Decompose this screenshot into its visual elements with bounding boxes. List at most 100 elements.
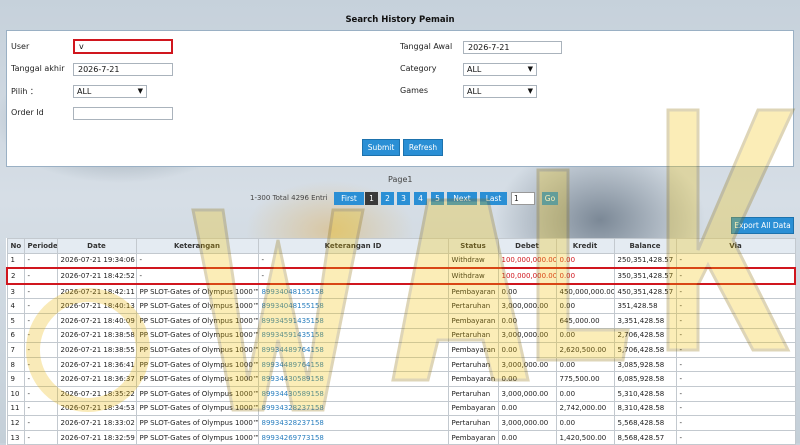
cell-keterangan-id[interactable]: 89934048155158 — [257, 298, 449, 314]
cell-keterangan-id[interactable]: 89934591435158 — [257, 327, 449, 344]
cell-kredit: 775,500.00 — [555, 371, 615, 387]
cell-debet: 0.00 — [497, 400, 557, 417]
tanggal-awal-input[interactable]: 2026-7-21 — [463, 41, 562, 54]
pilih-select[interactable]: ALL ▼ — [73, 85, 147, 98]
table-row: 9-2026-07-21 18:36:37 PP SLOT-Gates of Ol… — [6, 371, 796, 387]
pager-first-button[interactable]: First — [334, 192, 364, 205]
cell-keterangan-id: - — [257, 252, 449, 269]
cell-date: 2026-07-21 18:38:58 — [56, 327, 137, 344]
pager-page-4[interactable]: 4 — [414, 192, 427, 205]
cell-balance: 5,310,428.58 — [613, 385, 677, 402]
cell-periode: - — [23, 342, 58, 358]
col-periode[interactable]: Periode — [23, 238, 58, 254]
cell-date: 2026-07-21 18:40:09 — [56, 312, 137, 329]
cell-kredit: 0.00 — [555, 385, 615, 402]
table-body: 1-2026-07-21 19:34:06- - Withdraw 100,000,0… — [6, 252, 796, 445]
cell-debet: 3,000,000.00 — [497, 385, 557, 402]
page-title: Search History Pemain — [345, 15, 455, 25]
cell-no: 7 — [6, 342, 25, 358]
cell-keterangan-id: - — [257, 267, 449, 285]
table-row: 2-2026-07-21 18:42:52- - Withdraw 100,000,0… — [6, 267, 796, 285]
cell-periode: - — [23, 356, 58, 373]
category-select-value: ALL — [467, 65, 482, 74]
tanggal-akhir-label: Tanggal akhir — [11, 64, 65, 73]
chevron-down-icon: ▼ — [527, 65, 533, 73]
cell-via: - — [675, 371, 796, 387]
cell-no: 1 — [6, 252, 25, 269]
cell-date: 2026-07-21 18:42:52 — [56, 267, 137, 285]
cell-keterangan: PP SLOT-Gates of Olympus 1000™ — [135, 298, 259, 314]
col-status[interactable]: Status — [447, 238, 499, 254]
category-select[interactable]: ALL ▼ — [463, 63, 537, 76]
pager-page-1[interactable]: 1 — [365, 192, 378, 205]
pager-next-button[interactable]: Next — [447, 192, 477, 205]
pager-go-button[interactable]: Go — [542, 192, 558, 205]
cell-via: - — [675, 283, 796, 300]
table-row: 6-2026-07-21 18:38:58 PP SLOT-Gates of Ol… — [6, 327, 796, 344]
cell-balance: 3,351,428.58 — [613, 312, 677, 329]
cell-status: Pembayaran — [447, 312, 499, 329]
cell-keterangan: PP SLOT-Gates of Olympus 1000™ — [135, 415, 259, 431]
refresh-button[interactable]: Refresh — [403, 139, 443, 156]
col-via[interactable]: Via — [675, 238, 796, 254]
cell-keterangan-id[interactable]: 89934328237158 — [257, 415, 449, 431]
cell-keterangan: - — [135, 267, 259, 285]
history-table: No Periode Date Keterangan Keterangan ID… — [6, 238, 796, 445]
pilih-label: Pilih ： — [11, 87, 38, 96]
cell-debet: 100,000,000.00 — [497, 267, 557, 285]
user-input[interactable]: v — [73, 39, 173, 54]
col-keterangan-id[interactable]: Keterangan ID — [257, 238, 449, 254]
cell-status: Pertaruhan — [447, 415, 499, 431]
cell-via: - — [675, 415, 796, 431]
chevron-down-icon: ▼ — [137, 87, 143, 95]
cell-keterangan-id[interactable]: 89934489764158 — [257, 356, 449, 373]
col-keterangan[interactable]: Keterangan — [135, 238, 259, 254]
cell-keterangan-id[interactable]: 89934489764158 — [257, 342, 449, 358]
cell-keterangan: PP SLOT-Gates of Olympus 1000™ — [135, 327, 259, 344]
table-row: 11-2026-07-21 18:34:53 PP SLOT-Gates of O… — [6, 400, 796, 417]
order-id-input[interactable] — [73, 107, 173, 120]
cell-keterangan-id[interactable]: 89934430589158 — [257, 371, 449, 387]
chevron-down-icon: ▼ — [527, 87, 533, 95]
cell-keterangan-id[interactable]: 89934591435158 — [257, 312, 449, 329]
pager-page-5[interactable]: 5 — [431, 192, 444, 205]
col-no[interactable]: No — [6, 238, 25, 254]
table-row: 4-2026-07-21 18:40:13 PP SLOT-Gates of Ol… — [6, 298, 796, 314]
cell-keterangan-id[interactable]: 89934048155158 — [257, 283, 449, 300]
cell-periode: - — [23, 312, 58, 329]
pager-page-3[interactable]: 3 — [397, 192, 410, 205]
cell-status: Pembayaran — [447, 371, 499, 387]
user-label: User — [11, 42, 30, 51]
cell-date: 2026-07-21 18:36:37 — [56, 371, 137, 387]
cell-balance: 3,085,928.58 — [613, 356, 677, 373]
col-kredit[interactable]: Kredit — [555, 238, 615, 254]
tanggal-akhir-input[interactable]: 2026-7-21 — [73, 63, 173, 76]
col-date[interactable]: Date — [56, 238, 137, 254]
cell-date: 2026-07-21 18:36:41 — [56, 356, 137, 373]
cell-debet: 0.00 — [497, 283, 557, 300]
cell-periode: - — [23, 400, 58, 417]
cell-debet: 0.00 — [497, 371, 557, 387]
cell-status: Pertaruhan — [447, 298, 499, 314]
pager-page-2[interactable]: 2 — [381, 192, 394, 205]
cell-periode: - — [23, 298, 58, 314]
cell-keterangan-id[interactable]: 89934328237158 — [257, 400, 449, 417]
cell-no: 10 — [6, 385, 25, 402]
cell-periode: - — [23, 371, 58, 387]
cell-debet: 0.00 — [497, 312, 557, 329]
export-all-data-button[interactable]: Export All Data — [731, 217, 794, 234]
cell-balance: 450,351,428.57 — [613, 283, 677, 300]
cell-balance: 2,706,428.58 — [613, 327, 677, 344]
cell-no: 9 — [6, 371, 25, 387]
submit-button[interactable]: Submit — [362, 139, 400, 156]
table-row: 10-2026-07-21 18:35:22 PP SLOT-Gates of O… — [6, 385, 796, 402]
cell-kredit: 2,620,500.00 — [555, 342, 615, 358]
games-select[interactable]: ALL ▼ — [463, 85, 537, 98]
cell-via: - — [675, 298, 796, 314]
col-balance[interactable]: Balance — [613, 238, 677, 254]
cell-keterangan: PP SLOT-Gates of Olympus 1000™ — [135, 385, 259, 402]
pager-last-button[interactable]: Last — [480, 192, 507, 205]
cell-keterangan-id[interactable]: 89934430589158 — [257, 385, 449, 402]
page-number-input[interactable]: 1 — [511, 192, 535, 205]
col-debet[interactable]: Debet — [497, 238, 557, 254]
